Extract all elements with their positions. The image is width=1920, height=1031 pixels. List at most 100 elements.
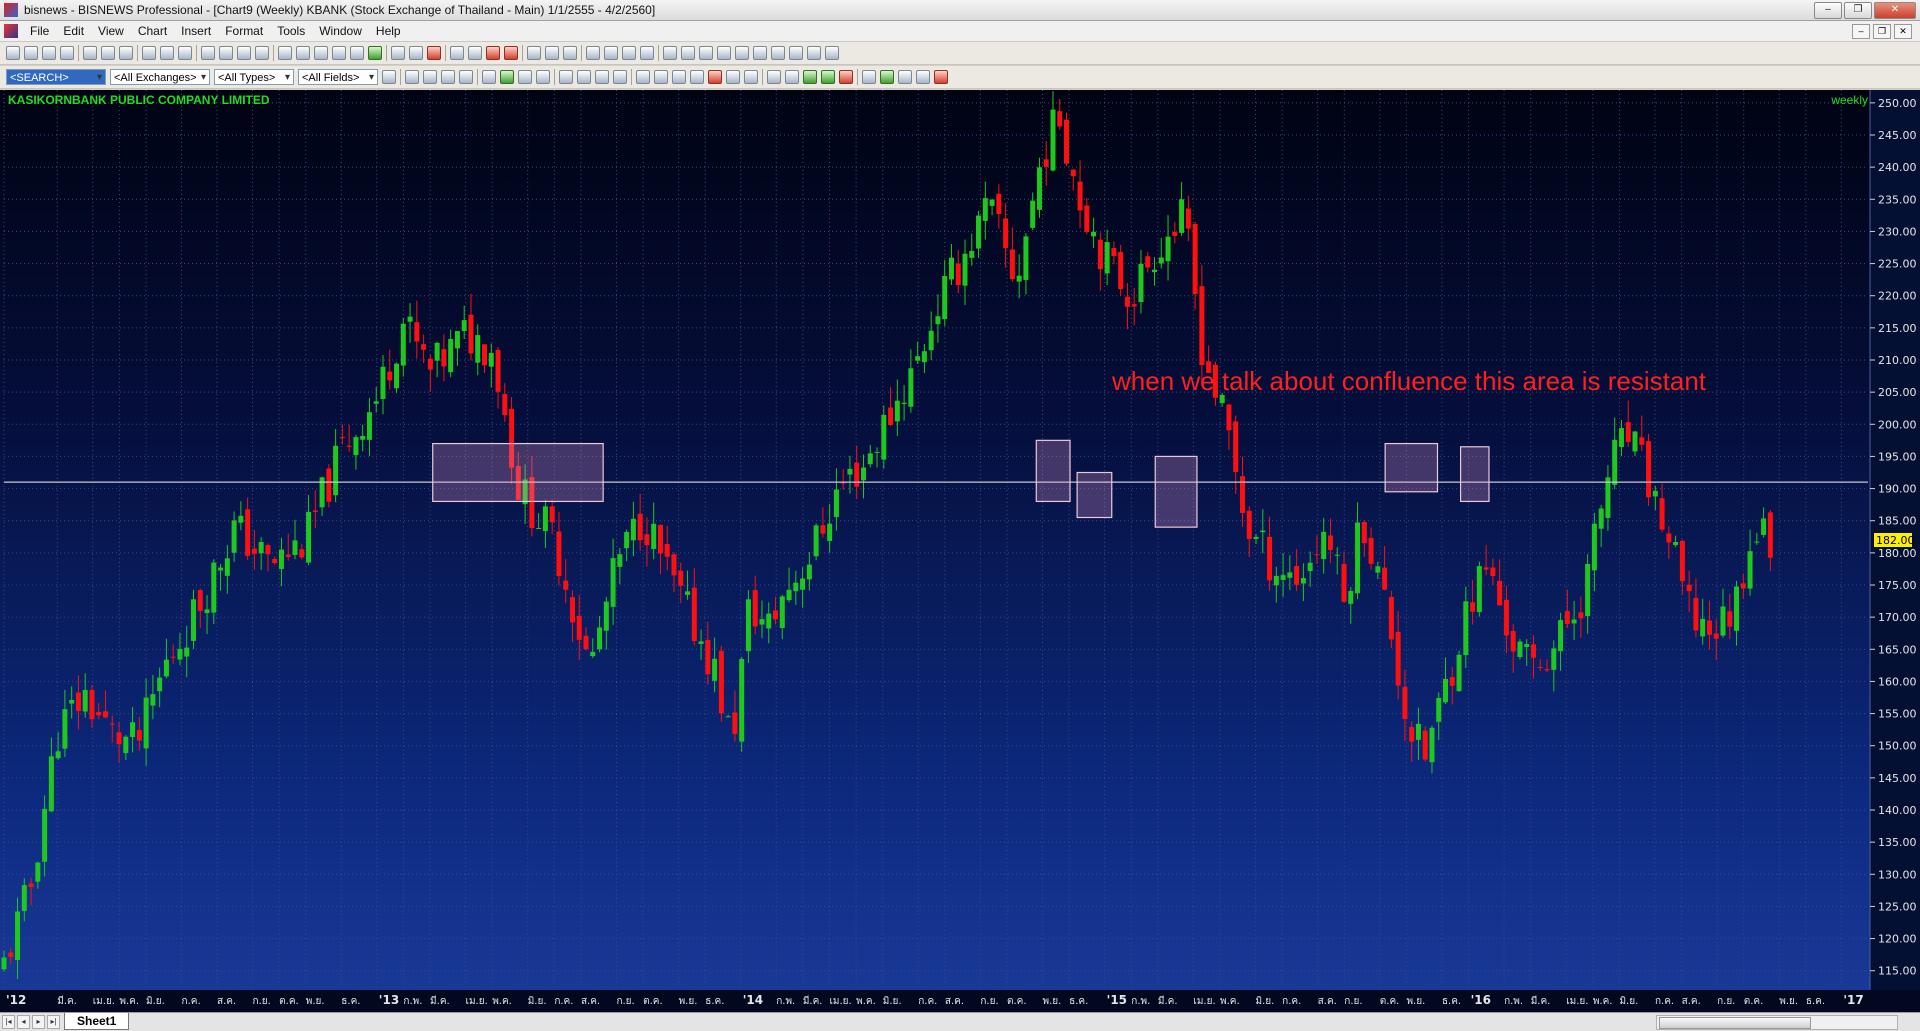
pointer-icon[interactable] [405, 70, 419, 84]
alert-icon[interactable] [486, 46, 500, 60]
paste-icon[interactable] [119, 46, 133, 60]
zoom-out-icon[interactable] [296, 46, 310, 60]
copy-icon[interactable] [101, 46, 115, 60]
zoom-in-icon[interactable] [278, 46, 292, 60]
pan-hand-icon[interactable] [441, 70, 455, 84]
ellipse-icon[interactable] [536, 70, 550, 84]
print-icon[interactable] [142, 46, 156, 60]
screen-icon[interactable] [255, 46, 269, 60]
erase-icon[interactable] [789, 46, 803, 60]
doc-2-icon[interactable] [825, 46, 839, 60]
menu-edit[interactable]: Edit [63, 24, 84, 38]
fibonacci-icon[interactable] [595, 70, 609, 84]
save-all-icon[interactable] [60, 46, 74, 60]
properties-icon[interactable] [622, 46, 636, 60]
table-icon[interactable] [468, 46, 482, 60]
gann-icon[interactable] [636, 70, 650, 84]
menu-chart[interactable]: Chart [138, 24, 167, 38]
menu-file[interactable]: File [30, 24, 49, 38]
document-icon[interactable] [4, 24, 18, 38]
grid-icon[interactable] [450, 46, 464, 60]
monitor-2-icon[interactable] [753, 46, 767, 60]
scroll-right-icon[interactable] [332, 46, 346, 60]
cycle-lines-icon[interactable] [744, 70, 758, 84]
rectangle-icon[interactable] [518, 70, 532, 84]
layers-2-icon[interactable] [916, 70, 930, 84]
print-preview-icon[interactable] [160, 46, 174, 60]
clock-icon[interactable] [391, 46, 405, 60]
indicator-icon[interactable] [427, 46, 441, 60]
menu-tools[interactable]: Tools [277, 24, 305, 38]
horizontal-scrollbar[interactable] [1656, 1015, 1898, 1030]
open-icon[interactable] [24, 46, 38, 60]
down-arrow-icon[interactable] [839, 70, 853, 84]
chart-type-icon[interactable] [527, 46, 541, 60]
measure-icon[interactable] [785, 70, 799, 84]
sheet-tab[interactable]: Sheet1 [64, 1013, 130, 1030]
go-icon[interactable] [382, 70, 396, 84]
field-select[interactable]: <All Fields> [298, 69, 378, 85]
doc-icon[interactable] [807, 46, 821, 60]
search-combo[interactable]: <SEARCH> [6, 69, 106, 85]
scrollbar-thumb[interactable] [1659, 1017, 1811, 1029]
marker-icon[interactable] [708, 70, 722, 84]
color-box-icon[interactable] [880, 70, 894, 84]
magnet-icon[interactable] [459, 70, 473, 84]
line-chart-icon[interactable] [563, 46, 577, 60]
cut-icon[interactable] [83, 46, 97, 60]
menu-insert[interactable]: Insert [181, 24, 211, 38]
panel-icon[interactable] [663, 46, 677, 60]
mdi-minimize-button[interactable]: ‒ [1852, 24, 1870, 39]
menu-help[interactable]: Help [376, 24, 401, 38]
refresh-icon[interactable] [368, 46, 382, 60]
pattern-icon[interactable] [654, 70, 668, 84]
minimize-button[interactable]: ‒ [1814, 2, 1842, 19]
export-icon[interactable] [178, 46, 192, 60]
save-icon[interactable] [42, 46, 56, 60]
page-setup-icon[interactable] [604, 46, 618, 60]
panel-merge-icon[interactable] [699, 46, 713, 60]
draw-chart-icon[interactable] [862, 70, 876, 84]
arc-icon[interactable] [613, 70, 627, 84]
monitor-3-icon[interactable] [771, 46, 785, 60]
text-icon[interactable] [726, 70, 740, 84]
vertical-line-icon[interactable] [423, 70, 437, 84]
first-sheet-icon[interactable]: |◂ [2, 1015, 15, 1029]
crosshair-icon[interactable] [767, 70, 781, 84]
record-icon[interactable] [504, 46, 518, 60]
monitor-icon[interactable] [735, 46, 749, 60]
scroll-left-icon[interactable] [314, 46, 328, 60]
delete-drawings-icon[interactable] [934, 70, 948, 84]
page-icon[interactable] [586, 46, 600, 60]
menu-view[interactable]: View [98, 24, 124, 38]
chart-panel[interactable]: '12 มี.ค. เม.ย. พ.ค. มิ.ย. ก.ค. ส.ค. ก.ย. ต.ค. พ.… [0, 90, 1920, 1012]
price-chart[interactable]: '12 มี.ค. เม.ย. พ.ค. มิ.ย. ก.ค. ส.ค. ก.ย. ต.ค. พ.… [0, 90, 1920, 1012]
next-sheet-icon[interactable]: ▸ [32, 1015, 45, 1029]
horizontal-line-icon[interactable] [482, 70, 496, 84]
window-icon[interactable] [219, 46, 233, 60]
mdi-close-button[interactable]: ✕ [1894, 24, 1912, 39]
parallel-icon[interactable] [672, 70, 686, 84]
trendline-icon[interactable] [500, 70, 514, 84]
layout-icon[interactable] [201, 46, 215, 60]
mdi-restore-button[interactable]: ❐ [1873, 24, 1891, 39]
prev-sheet-icon[interactable]: ◂ [17, 1015, 30, 1029]
fit-icon[interactable] [350, 46, 364, 60]
menu-window[interactable]: Window [319, 24, 362, 38]
menu-format[interactable]: Format [225, 24, 263, 38]
panel-tile-icon[interactable] [717, 46, 731, 60]
maximize-button[interactable]: ❐ [1844, 2, 1872, 19]
scissors-icon[interactable] [690, 70, 704, 84]
pie-icon[interactable] [409, 46, 423, 60]
buy-arrow-icon[interactable] [803, 70, 817, 84]
template-icon[interactable] [237, 46, 251, 60]
type-select[interactable]: <All Types> [214, 69, 294, 85]
last-sheet-icon[interactable]: ▸| [47, 1015, 60, 1029]
layers-icon[interactable] [898, 70, 912, 84]
close-button[interactable]: ✕ [1874, 2, 1916, 19]
channel-icon[interactable] [577, 70, 591, 84]
chart-annotation[interactable]: when we talk about confluence this area … [1112, 366, 1706, 397]
find-icon[interactable] [640, 46, 654, 60]
up-arrow-icon[interactable] [821, 70, 835, 84]
new-chart-icon[interactable] [6, 46, 20, 60]
